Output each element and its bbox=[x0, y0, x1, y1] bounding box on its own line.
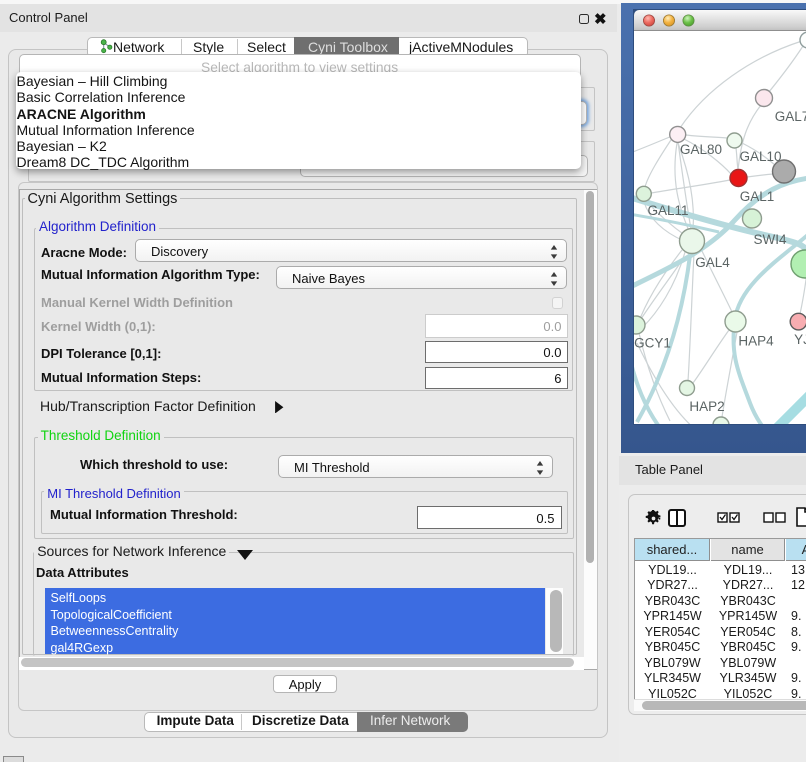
svg-text:GCY1: GCY1 bbox=[634, 336, 671, 351]
svg-text:GAL11: GAL11 bbox=[647, 203, 688, 218]
svg-text:YJ: YJ bbox=[794, 332, 806, 347]
svg-text:GAL10: GAL10 bbox=[739, 149, 781, 164]
svg-text:SWI4: SWI4 bbox=[753, 232, 786, 247]
svg-text:GAL1: GAL1 bbox=[740, 189, 775, 204]
svg-text:GAL7: GAL7 bbox=[775, 109, 806, 124]
svg-text:GAL4: GAL4 bbox=[695, 255, 730, 270]
svg-text:HAP2: HAP2 bbox=[689, 399, 724, 414]
svg-text:GAL80: GAL80 bbox=[680, 142, 722, 157]
svg-text:HAP4: HAP4 bbox=[738, 334, 774, 349]
